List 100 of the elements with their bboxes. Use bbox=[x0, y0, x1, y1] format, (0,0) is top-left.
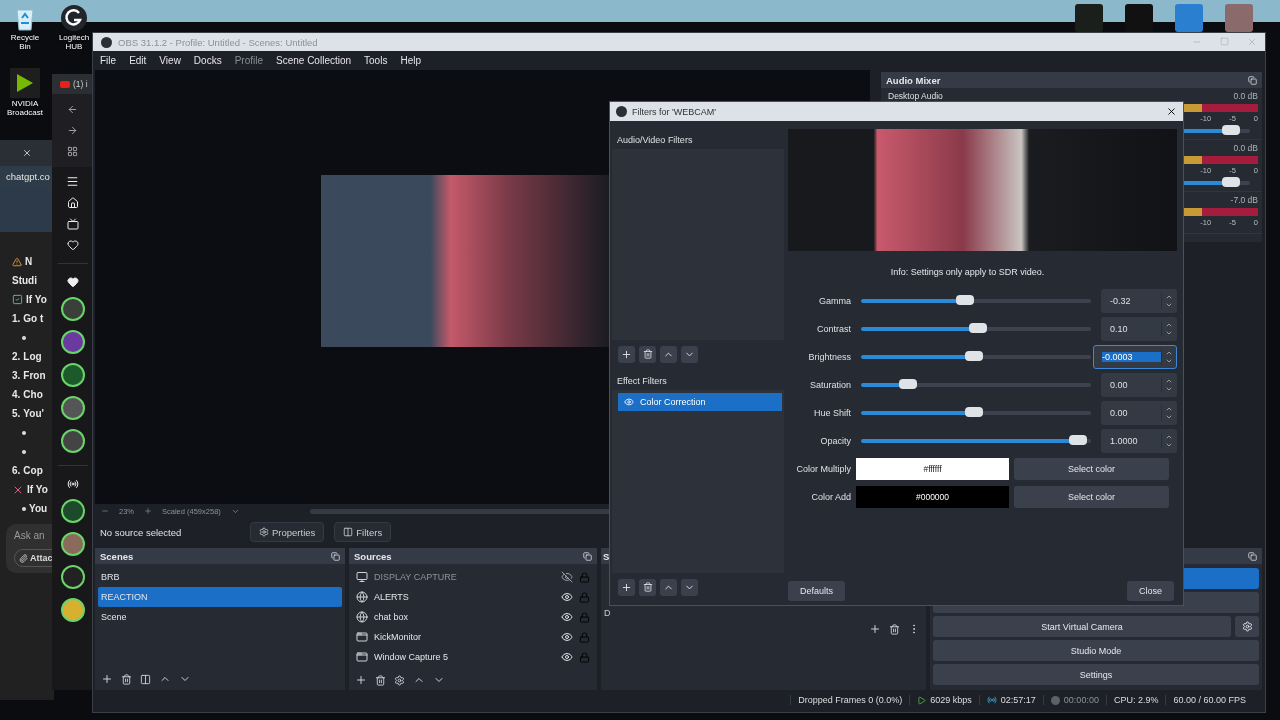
home-icon[interactable] bbox=[66, 197, 79, 209]
slider-handle[interactable] bbox=[964, 407, 983, 417]
step-text: You' bbox=[23, 408, 44, 419]
settings-icon[interactable] bbox=[394, 674, 405, 686]
select-color-button[interactable]: Select color bbox=[1014, 458, 1169, 480]
close-button[interactable]: Close bbox=[1127, 581, 1174, 601]
window-icon bbox=[356, 631, 368, 643]
g-logo-icon[interactable] bbox=[60, 4, 88, 32]
visibility-icon[interactable] bbox=[561, 651, 573, 663]
menu-item[interactable]: Tools bbox=[364, 55, 388, 66]
filter-item[interactable]: Color Correction bbox=[618, 393, 782, 411]
source-name[interactable]: DISPLAY CAPTURE bbox=[374, 572, 555, 582]
step-text: Cho bbox=[23, 389, 43, 400]
channel-reading: -7.0 dB bbox=[1230, 195, 1258, 205]
move-down-button[interactable] bbox=[681, 345, 698, 363]
undock-icon[interactable] bbox=[331, 551, 340, 561]
step-number: 1. bbox=[12, 313, 21, 324]
menu-item[interactable]: Docks bbox=[193, 55, 222, 66]
channel-reading: 0.0 dB bbox=[1233, 143, 1258, 153]
avatar[interactable] bbox=[60, 429, 85, 453]
move-down-button[interactable] bbox=[681, 578, 698, 596]
close-icon[interactable] bbox=[1166, 106, 1177, 117]
menu-item[interactable]: View bbox=[159, 55, 181, 66]
number-field[interactable]: 0.10 bbox=[1101, 317, 1177, 341]
slider-handle[interactable] bbox=[1221, 177, 1240, 187]
menu-item[interactable]: Help bbox=[400, 55, 421, 66]
step-text: Go t bbox=[23, 313, 44, 324]
close-icon[interactable] bbox=[22, 148, 32, 158]
properties-button[interactable]: Properties bbox=[250, 522, 325, 542]
add-button[interactable] bbox=[618, 578, 635, 596]
source-name[interactable]: chat box bbox=[374, 612, 555, 622]
chevron-down-icon bbox=[1165, 413, 1173, 421]
visibility-icon[interactable] bbox=[561, 591, 573, 603]
undock-icon[interactable] bbox=[1248, 75, 1257, 85]
delete-button[interactable] bbox=[639, 578, 656, 596]
monitor-icon bbox=[356, 571, 368, 583]
address-bar[interactable]: chatgpt.co bbox=[0, 166, 54, 188]
select-color-button[interactable]: Select color bbox=[1014, 486, 1169, 508]
visibility-icon[interactable] bbox=[561, 611, 573, 623]
visibility-icon[interactable] bbox=[561, 631, 573, 643]
heart-icon[interactable] bbox=[66, 276, 79, 288]
slider-handle[interactable] bbox=[899, 379, 918, 389]
scene-item[interactable]: REACTION bbox=[98, 587, 342, 607]
tv-icon[interactable] bbox=[66, 218, 79, 230]
source-name[interactable]: KickMonitor bbox=[374, 632, 555, 642]
source-name[interactable]: Window Capture 5 bbox=[374, 652, 555, 662]
menu-item[interactable]: Scene Collection bbox=[276, 55, 352, 66]
add-icon[interactable] bbox=[101, 673, 113, 685]
avatar[interactable] bbox=[60, 532, 85, 556]
chat-text: N bbox=[25, 256, 33, 267]
number-field[interactable]: -0.32 bbox=[1101, 289, 1177, 313]
delete-icon[interactable] bbox=[889, 623, 900, 635]
message-input[interactable]: Ask an Attac bbox=[6, 524, 54, 573]
slider-handle[interactable] bbox=[964, 351, 983, 361]
add-icon[interactable] bbox=[869, 623, 881, 635]
filter-icon[interactable] bbox=[140, 673, 151, 685]
zoom-in-icon[interactable] bbox=[144, 507, 152, 515]
source-name[interactable]: ALERTS bbox=[374, 592, 555, 602]
avatar[interactable] bbox=[60, 330, 85, 354]
number-field[interactable]: 0.00 bbox=[1101, 401, 1177, 425]
avatar[interactable] bbox=[60, 565, 85, 589]
browser-tab[interactable]: (1) i bbox=[52, 74, 93, 94]
avatar[interactable] bbox=[60, 598, 85, 622]
avatar[interactable] bbox=[60, 396, 85, 420]
avatar[interactable] bbox=[60, 363, 85, 387]
number-field[interactable]: -0.0003 bbox=[1093, 345, 1177, 369]
add-button[interactable] bbox=[618, 345, 635, 363]
avatar[interactable] bbox=[60, 499, 85, 523]
scene-item[interactable]: Scene bbox=[98, 607, 342, 627]
slider-handle[interactable] bbox=[1068, 435, 1087, 445]
control-button[interactable]: Start Virtual Camera bbox=[933, 616, 1231, 637]
hidden-icon[interactable] bbox=[561, 571, 573, 583]
undock-icon[interactable] bbox=[583, 551, 592, 561]
forward-icon[interactable] bbox=[67, 125, 78, 136]
delete-icon[interactable] bbox=[121, 673, 132, 685]
avatar[interactable] bbox=[60, 297, 85, 321]
slider-handle[interactable] bbox=[956, 295, 975, 305]
slider-handle[interactable] bbox=[1221, 125, 1240, 135]
number-field[interactable]: 0.00 bbox=[1101, 373, 1177, 397]
number-field[interactable]: 1.0000 bbox=[1101, 429, 1177, 453]
chevron-up-icon bbox=[1165, 377, 1173, 385]
menu-icon[interactable] bbox=[66, 175, 79, 188]
back-icon[interactable] bbox=[67, 104, 78, 115]
delete-button[interactable] bbox=[639, 345, 656, 363]
undock-icon[interactable] bbox=[1248, 551, 1257, 561]
defaults-button[interactable]: Defaults bbox=[788, 581, 846, 601]
menu-item[interactable]: File bbox=[100, 55, 117, 66]
menu-item[interactable]: Edit bbox=[129, 55, 147, 66]
delete-icon[interactable] bbox=[375, 674, 386, 686]
control-button[interactable]: Settings bbox=[933, 664, 1259, 685]
add-icon[interactable] bbox=[355, 674, 367, 686]
heart-icon[interactable] bbox=[66, 239, 79, 251]
broadcast-icon[interactable] bbox=[66, 478, 79, 490]
filters-button[interactable]: Filters bbox=[334, 522, 392, 542]
grid-icon[interactable] bbox=[67, 146, 78, 157]
broadcast-app-icon[interactable] bbox=[10, 68, 40, 98]
settings-button[interactable] bbox=[1235, 616, 1259, 637]
scene-item[interactable]: BRB bbox=[98, 567, 342, 587]
slider-handle[interactable] bbox=[969, 323, 988, 333]
control-button[interactable]: Studio Mode bbox=[933, 640, 1259, 661]
